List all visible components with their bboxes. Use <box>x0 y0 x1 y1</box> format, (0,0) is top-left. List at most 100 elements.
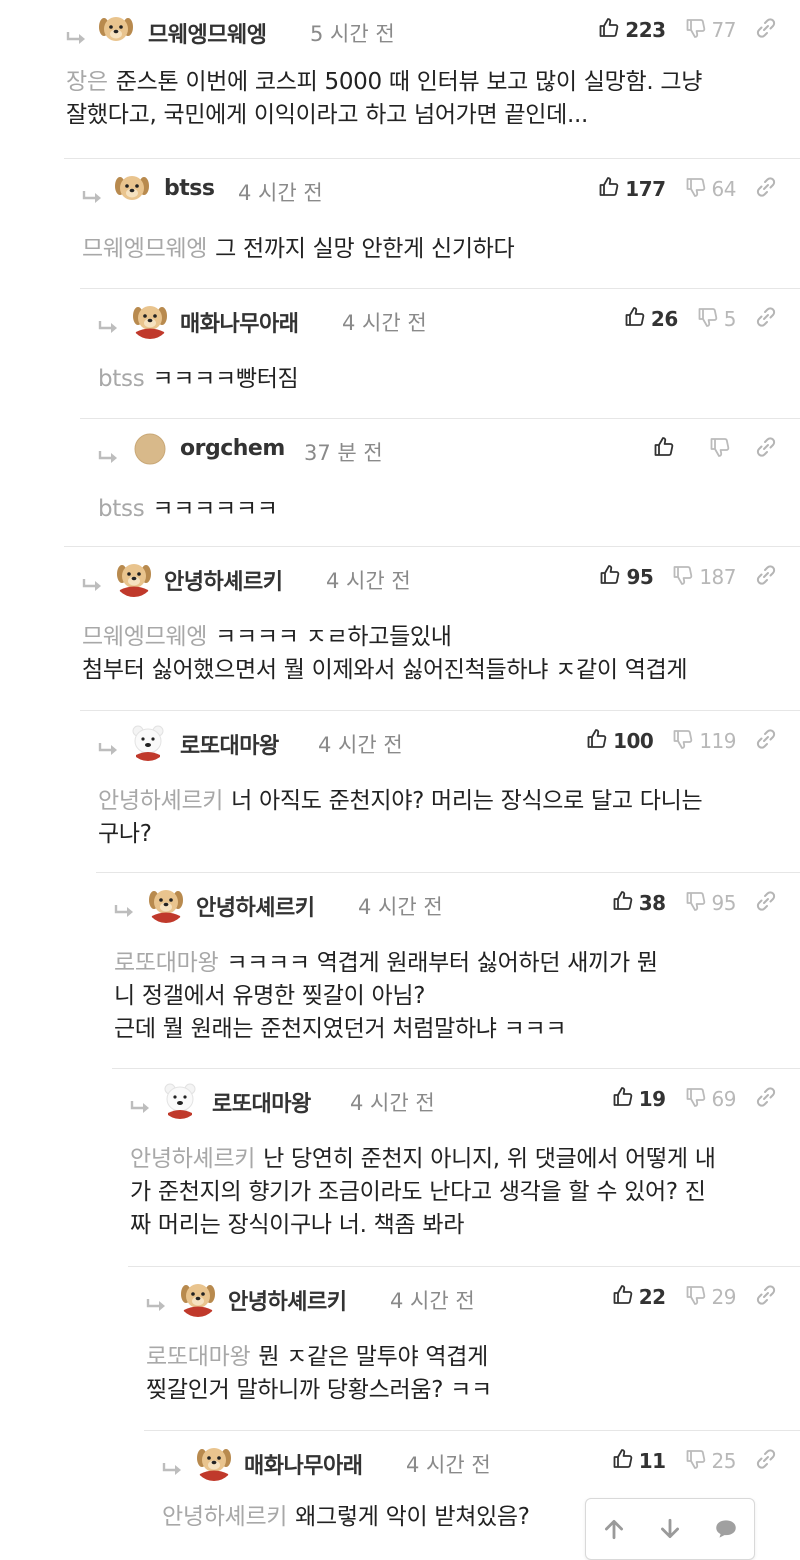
comment-time: 4 시간 전 <box>318 733 403 757</box>
downvote-button[interactable]: 64 <box>684 175 737 203</box>
avatar[interactable] <box>96 10 136 50</box>
comment-first-line: 로또대마왕 뭔 ㅈ같은 말투야 역겹게 <box>146 1341 778 1374</box>
upvote-button[interactable]: 11 <box>611 1447 666 1475</box>
downvote-button[interactable]: 5 <box>696 305 737 333</box>
author-nickname[interactable]: 안녕하셰르키 <box>164 564 283 596</box>
avatar[interactable] <box>114 557 154 597</box>
mention-tag[interactable]: 로또대마왕 <box>114 950 219 976</box>
author-nickname[interactable]: 매화나무아래 <box>180 306 299 338</box>
author-nickname[interactable]: 안녕하셰르키 <box>228 1284 347 1316</box>
mention-tag[interactable]: 로또대마왕 <box>146 1344 251 1370</box>
downvote-button[interactable]: 187 <box>671 563 736 591</box>
arrow-up-icon <box>605 1520 623 1540</box>
author-nickname[interactable]: 로또대마왕 <box>180 728 279 760</box>
thumbs-up-icon <box>597 16 621 44</box>
permalink-button[interactable] <box>754 16 778 44</box>
downvote-button[interactable]: 95 <box>684 889 737 917</box>
downvote-button[interactable] <box>708 435 736 463</box>
reply-arrow-icon <box>146 1297 168 1311</box>
link-icon <box>754 435 778 463</box>
avatar[interactable] <box>112 169 152 209</box>
permalink-button[interactable] <box>754 1085 778 1113</box>
avatar[interactable] <box>130 429 170 469</box>
downvote-button[interactable]: 69 <box>684 1085 737 1113</box>
upvote-button[interactable] <box>652 435 690 463</box>
downvote-button[interactable]: 119 <box>671 727 736 755</box>
comment-text-line: 잘했다고, 국민에게 이익이라고 하고 넘어가면 끝인데... <box>66 102 589 128</box>
avatar[interactable] <box>146 883 186 923</box>
upvote-count: 19 <box>638 1087 666 1111</box>
comment-header: 로또대마왕 4 시간 전 100 119 <box>80 721 800 761</box>
link-icon <box>754 305 778 333</box>
upvote-button[interactable]: 22 <box>611 1283 666 1311</box>
comment-first-line: 므웨엥므웨엥 ㅋㅋㅋㅋ ㅈㄹ하고들있내 <box>82 621 778 654</box>
upvote-button[interactable]: 95 <box>598 563 654 591</box>
mention-tag[interactable]: 므웨엥므웨엥 <box>82 624 207 650</box>
comment-time: 5 시간 전 <box>310 22 395 46</box>
downvote-button[interactable]: 29 <box>684 1283 737 1311</box>
reply-arrow-icon <box>66 30 88 44</box>
comment-header: 므웨엥므웨엥 5 시간 전 223 77 <box>48 10 800 50</box>
comment-time: 4 시간 전 <box>350 1091 435 1115</box>
mention-tag[interactable]: 안녕하셰르키 <box>162 1504 287 1530</box>
comment-text-line: 왜그렇게 악이 받쳐있음? <box>295 1504 530 1530</box>
mention-tag[interactable]: btss <box>98 496 145 522</box>
upvote-count: 177 <box>625 177 666 201</box>
permalink-button[interactable] <box>754 563 778 591</box>
permalink-button[interactable] <box>754 889 778 917</box>
author-nickname[interactable]: btss <box>164 176 215 201</box>
author-nickname[interactable]: 안녕하셰르키 <box>196 890 315 922</box>
reply-arrow-icon <box>98 449 120 463</box>
mention-tag[interactable]: 므웨엥므웨엥 <box>82 236 207 262</box>
comment-item: 므웨엥므웨엥 5 시간 전 223 77 장은준스톤 이번에 코스피 5000 <box>48 0 800 158</box>
avatar[interactable] <box>178 1277 218 1317</box>
author-nickname[interactable]: 로또대마왕 <box>212 1086 311 1118</box>
upvote-button[interactable]: 223 <box>597 16 666 44</box>
avatar[interactable] <box>194 1441 234 1481</box>
comment-first-line: 므웨엥므웨엥 그 전까지 실망 안한게 신기하다 <box>82 233 778 266</box>
upvote-button[interactable]: 100 <box>585 727 654 755</box>
avatar[interactable] <box>130 299 170 339</box>
avatar[interactable] <box>128 721 168 761</box>
thumbs-up-icon <box>623 305 647 333</box>
comment-first-line: 안녕하셰르키 너 아직도 준천지야? 머리는 장식으로 달고 다니는 <box>98 785 778 818</box>
mention-tag[interactable]: 장은 <box>66 69 108 95</box>
scroll-down-button[interactable] <box>650 1509 690 1549</box>
author-nickname[interactable]: 므웨엥므웨엥 <box>148 17 267 49</box>
mention-tag[interactable]: 안녕하셰르키 <box>130 1146 255 1172</box>
author-nickname[interactable]: orgchem <box>180 436 285 461</box>
upvote-button[interactable]: 38 <box>611 889 666 917</box>
upvote-button[interactable]: 19 <box>611 1085 666 1113</box>
comment-text-line: 너 아직도 준천지야? 머리는 장식으로 달고 다니는 <box>231 788 703 814</box>
permalink-button[interactable] <box>754 1447 778 1475</box>
downvote-button[interactable]: 77 <box>684 16 737 44</box>
write-comment-button[interactable] <box>706 1509 746 1549</box>
comment-text-line: 난 당연히 준천지 아니지, 위 댓글에서 어떻게 내 <box>263 1146 716 1172</box>
upvote-button[interactable]: 26 <box>623 305 678 333</box>
permalink-button[interactable] <box>754 435 778 463</box>
permalink-button[interactable] <box>754 1283 778 1311</box>
comment-actions: 26 5 <box>623 305 778 333</box>
comment-time: 4 시간 전 <box>358 895 443 919</box>
mention-tag[interactable]: 안녕하셰르키 <box>98 788 223 814</box>
upvote-button[interactable]: 177 <box>597 175 666 203</box>
avatar[interactable] <box>160 1079 200 1119</box>
downvote-button[interactable]: 25 <box>684 1447 737 1475</box>
comment-time: 4 시간 전 <box>342 311 427 335</box>
comment-body: 로또대마왕 뭔 ㅈ같은 말투야 역겹게 찢갈인거 말하니까 당황스러움? ㅋㅋ <box>146 1341 778 1407</box>
comment-header: 안녕하셰르키 4 시간 전 95 187 <box>64 557 800 597</box>
comment-thread: 므웨엥므웨엥 5 시간 전 223 77 장은준스톤 이번에 코스피 5000 <box>0 0 800 1550</box>
comment-header: 안녕하셰르키 4 시간 전 38 95 <box>96 883 800 923</box>
mention-tag[interactable]: btss <box>98 366 145 392</box>
thumbs-down-icon <box>671 563 695 591</box>
permalink-button[interactable] <box>754 175 778 203</box>
reply-arrow-icon <box>114 903 136 917</box>
permalink-button[interactable] <box>754 727 778 755</box>
scroll-up-button[interactable] <box>594 1509 634 1549</box>
author-nickname[interactable]: 매화나무아래 <box>244 1448 363 1480</box>
link-icon <box>754 889 778 917</box>
comment-header: 로또대마왕 4 시간 전 19 69 <box>112 1079 800 1119</box>
reply-arrow-icon <box>82 577 104 591</box>
thumbs-up-icon <box>611 1447 635 1475</box>
permalink-button[interactable] <box>754 305 778 333</box>
